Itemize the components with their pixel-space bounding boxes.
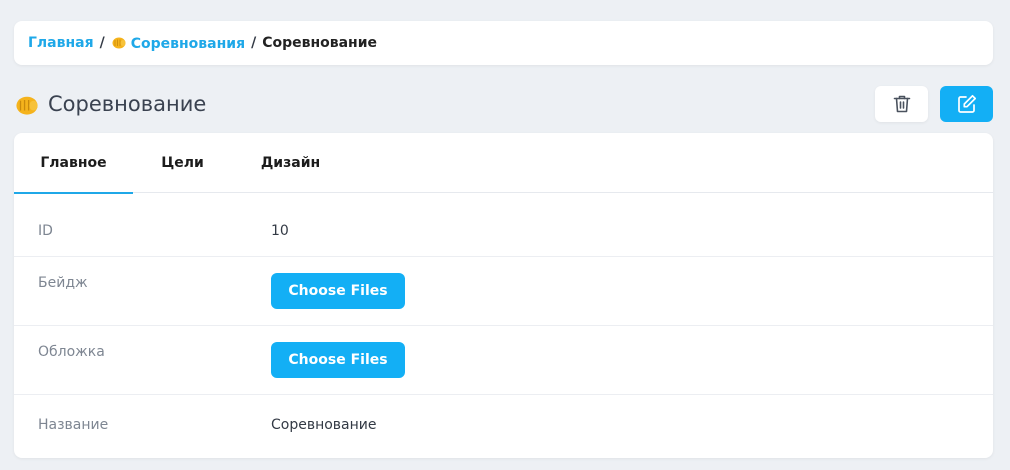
breadcrumb-current: Соревнование (262, 35, 378, 51)
field-label: Бейдж (38, 275, 88, 291)
fist-emoji-icon (112, 37, 126, 49)
delete-button[interactable] (875, 86, 928, 122)
tab-bar: Главное Цели Дизайн (14, 133, 993, 194)
field-value: Choose Files (271, 326, 405, 394)
edit-icon (957, 94, 976, 113)
trash-icon (893, 95, 910, 113)
badge-choose-files-button[interactable]: Choose Files (271, 273, 405, 309)
field-row-badge: Бейдж Choose Files (14, 257, 993, 326)
field-label: Обложка (38, 344, 105, 360)
breadcrumb-parent-link[interactable]: Соревнования (111, 34, 245, 52)
field-value: Choose Files (271, 257, 405, 325)
breadcrumb-home-link[interactable]: Главная (28, 35, 94, 51)
fist-emoji-icon (16, 96, 38, 115)
breadcrumb-separator: / (251, 35, 257, 51)
page-title: Соревнование (14, 91, 206, 117)
field-list: ID 10 Бейдж Choose Files Обложка Choose … (14, 193, 993, 451)
tab-design[interactable]: Дизайн (232, 133, 349, 193)
header-actions (875, 86, 993, 122)
field-label: Название (38, 417, 109, 433)
breadcrumb-parent-label: Соревнования (130, 36, 246, 52)
breadcrumb-separator: / (99, 35, 105, 51)
cover-choose-files-button[interactable]: Choose Files (271, 342, 405, 378)
field-value: 10 (271, 223, 289, 239)
edit-button[interactable] (940, 86, 993, 122)
tab-goals[interactable]: Цели (133, 133, 232, 193)
page-title-text: Соревнование (48, 92, 207, 116)
page-header: Соревнование (14, 86, 993, 122)
detail-card: Главное Цели Дизайн ID 10 Бейдж Choose F… (14, 133, 993, 458)
field-row-id: ID 10 (14, 198, 993, 257)
field-row-cover: Обложка Choose Files (14, 326, 993, 395)
breadcrumb: Главная / Соревнования / Соревнование (14, 21, 993, 65)
field-label: ID (38, 223, 53, 239)
field-row-name: Название Соревнование (14, 395, 993, 451)
tab-main[interactable]: Главное (14, 133, 133, 194)
field-value: Соревнование (271, 417, 377, 433)
